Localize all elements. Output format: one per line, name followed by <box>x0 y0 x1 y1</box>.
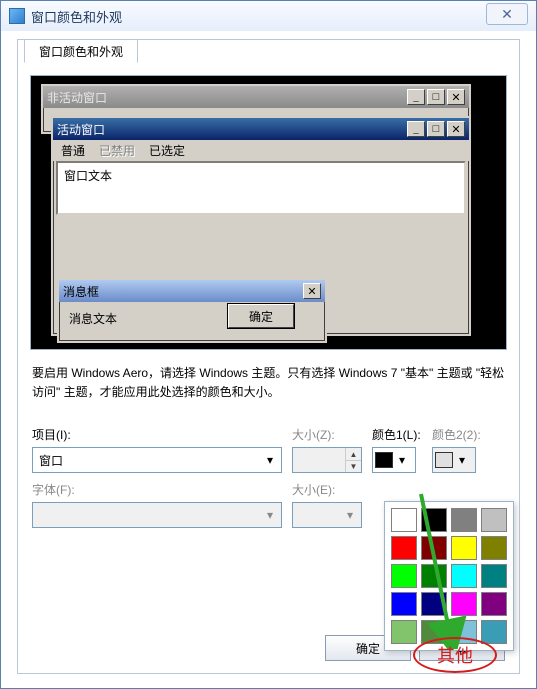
font-label: 字体(F): <box>32 481 282 498</box>
menu-selected: 已选定 <box>149 142 185 159</box>
preview-inactive-titlebar: 非活动窗口 _ □ ✕ <box>43 86 469 108</box>
title-bar: 窗口颜色和外观 <box>1 1 536 31</box>
instruction-text: 要启用 Windows Aero，请选择 Windows 主题。只有选择 Win… <box>32 364 505 402</box>
tab-label: 窗口颜色和外观 <box>39 43 123 60</box>
preview-messagebox-title: 消息框 <box>63 283 99 300</box>
menu-disabled: 已禁用 <box>99 142 135 159</box>
preview-active-controls: _ □ ✕ <box>407 121 465 137</box>
close-icon: ✕ <box>303 283 321 299</box>
color1-label: 颜色1(L): <box>372 426 422 443</box>
app-icon <box>9 8 25 24</box>
color-swatch[interactable] <box>421 536 447 560</box>
color-swatch[interactable] <box>451 536 477 560</box>
theme-preview: 非活动窗口 _ □ ✕ 活动窗口 _ □ ✕ <box>30 75 507 350</box>
color-swatch[interactable] <box>481 508 507 532</box>
preview-menubar: 普通 已禁用 已选定 <box>53 140 469 161</box>
color-swatch[interactable] <box>391 592 417 616</box>
preview-active-titlebar: 活动窗口 _ □ ✕ <box>53 118 469 140</box>
item-select[interactable]: 窗口 ▾ <box>32 447 282 473</box>
chevron-down-icon: ▾ <box>261 450 279 470</box>
item-select-value: 窗口 <box>39 452 63 469</box>
preview-active-title: 活动窗口 <box>57 121 105 138</box>
tab-appearance[interactable]: 窗口颜色和外观 <box>24 39 138 63</box>
preview-inactive-title: 非活动窗口 <box>47 89 107 106</box>
size-stepper: ▲▼ <box>292 447 362 473</box>
size-label: 大小(Z): <box>292 426 362 443</box>
color-swatch[interactable] <box>451 508 477 532</box>
color2-swatch <box>435 452 453 468</box>
stepper-up-icon: ▲ <box>345 448 361 461</box>
color1-button[interactable]: ▾ <box>372 447 416 473</box>
chevron-down-icon: ▾ <box>261 505 279 525</box>
color-swatch[interactable] <box>421 592 447 616</box>
preview-ok-button: 确定 <box>228 304 294 328</box>
color-swatch[interactable] <box>391 564 417 588</box>
color-swatch[interactable] <box>481 564 507 588</box>
color2-label: 颜色2(2): <box>432 426 482 443</box>
window-title: 窗口颜色和外观 <box>31 7 122 26</box>
stepper-down-icon: ▼ <box>345 461 361 473</box>
color2-button: ▾ <box>432 447 476 473</box>
preview-active-window: 活动窗口 _ □ ✕ 普通 已禁用 已选定 窗口文本 <box>51 116 471 336</box>
color-popup[interactable] <box>384 501 514 651</box>
preview-inactive-controls: _ □ ✕ <box>407 89 465 105</box>
annotation-other-label: 其他 <box>413 637 497 673</box>
item-label: 项目(I): <box>32 426 282 443</box>
color-swatch[interactable] <box>421 564 447 588</box>
minimize-icon: _ <box>407 89 425 105</box>
color-swatch[interactable] <box>451 564 477 588</box>
color-swatch[interactable] <box>391 508 417 532</box>
maximize-icon: □ <box>427 89 445 105</box>
close-icon: ✕ <box>447 121 465 137</box>
minimize-icon: _ <box>407 121 425 137</box>
color1-swatch <box>375 452 393 468</box>
color-swatch[interactable] <box>391 620 417 644</box>
maximize-icon: □ <box>427 121 445 137</box>
font-select: ▾ <box>32 502 282 528</box>
font-size-label: 大小(E): <box>292 481 362 498</box>
preview-messagebox-titlebar: 消息框 ✕ <box>59 280 325 302</box>
color-swatch[interactable] <box>391 536 417 560</box>
color-swatch[interactable] <box>481 620 507 644</box>
appearance-dialog: 窗口颜色和外观 ✕ 窗口颜色和外观 非活动窗口 _ □ ✕ <box>0 0 537 689</box>
color-swatch[interactable] <box>481 536 507 560</box>
color-swatch[interactable] <box>481 592 507 616</box>
window-close-button[interactable]: ✕ <box>486 3 528 25</box>
chevron-down-icon: ▾ <box>393 450 411 470</box>
close-icon: ✕ <box>447 89 465 105</box>
menu-normal: 普通 <box>61 142 85 159</box>
close-icon: ✕ <box>501 6 513 23</box>
font-size-select: ▾ <box>292 502 362 528</box>
chevron-down-icon: ▾ <box>341 505 359 525</box>
color-swatch[interactable] <box>421 508 447 532</box>
chevron-down-icon: ▾ <box>453 450 471 470</box>
color-swatch[interactable] <box>451 592 477 616</box>
preview-window-text: 窗口文本 <box>56 161 466 215</box>
